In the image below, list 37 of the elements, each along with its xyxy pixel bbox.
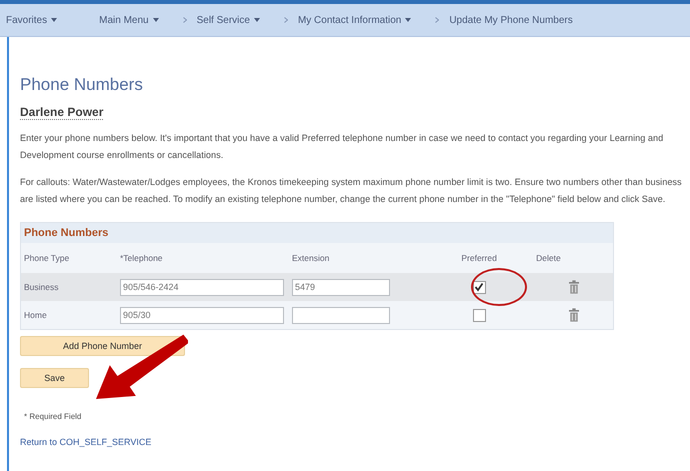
extension-field[interactable] [292,306,390,324]
required-note: * Required Field [23,412,82,421]
highlight-circle [471,268,527,306]
trash-icon[interactable] [569,280,580,294]
breadcrumb-link[interactable]: Favorites [6,14,48,26]
chevron-icon [284,17,288,23]
column-header: Phone Type [21,243,117,273]
telephone-field[interactable]: 905/546-2424 [120,278,284,296]
column-header: *Telephone [117,243,289,273]
add-button[interactable]: Add Phone Number [20,336,185,356]
instruction-text: Enter your phone numbers below. It's important that you have a valid Preferred telephone number in case we need to contact you regarding your Learning and Development course enrollments or cancellations. [20,132,664,162]
column-header: Extension [289,243,423,273]
page-title: Phone Numbers [20,75,144,95]
table-cell: Home [24,310,47,320]
grid-title: Phone Numbers [21,223,613,243]
preferred-checkbox[interactable] [472,280,486,294]
telephone-field[interactable]: 905/30 [120,306,284,324]
caret-icon[interactable] [405,18,412,22]
breadcrumb-link[interactable]: Main Menu [99,14,149,26]
trash-icon[interactable] [569,308,580,322]
table-cell: Business [24,282,58,292]
save-button[interactable]: Save [20,368,89,388]
caret-icon[interactable] [254,18,260,22]
preferred-checkbox[interactable] [472,308,486,322]
breadcrumb-link[interactable]: Update My Phone Numbers [449,14,573,26]
chevron-icon [435,17,440,23]
caret-icon[interactable] [51,18,58,22]
breadcrumb-link[interactable]: Self Service [196,14,250,26]
return-link[interactable]: Return to COH_SELF_SERVICE [20,437,152,447]
breadcrumb-link[interactable]: My Contact Information [298,14,402,26]
person-name: Darlene Power [20,105,104,120]
column-header: Preferred [423,243,534,273]
extension-field[interactable]: 5479 [292,278,390,296]
instruction-text: For callouts: Water/Wastewater/Lodges employees, the Kronos timekeeping system maximum phone number limit is two. Ensure two numbers other than business are listed where you can be reached. To modify an existing telephone number, change the current phone number in the "Telephone" field below and click Save. [20,176,683,206]
chevron-icon [182,17,187,23]
caret-icon[interactable] [152,18,159,22]
column-header: Delete [533,243,613,273]
